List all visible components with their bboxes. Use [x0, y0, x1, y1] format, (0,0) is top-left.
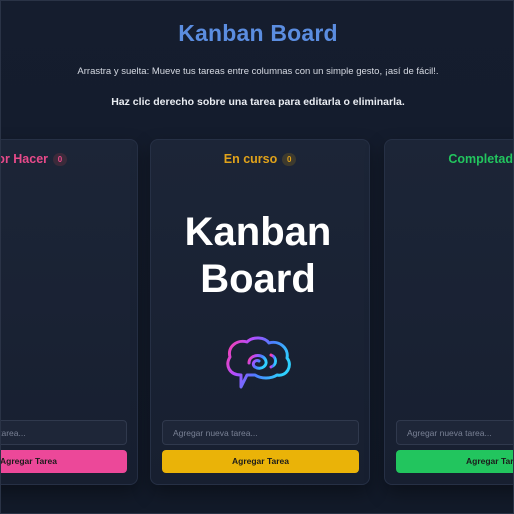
brain-chat-icon	[221, 335, 295, 395]
add-task-button-done[interactable]: Agregar Tarea	[396, 450, 513, 473]
add-task-button-in-progress[interactable]: Agregar Tarea	[162, 450, 359, 473]
overlay-title: Kanban Board	[1, 209, 513, 303]
new-task-input-in-progress[interactable]	[162, 420, 359, 445]
column-done[interactable]: Completado0 Agregar Tarea	[384, 139, 514, 485]
page-title: Kanban Board	[178, 20, 338, 46]
column-title-todo: Por Hacer	[1, 152, 49, 166]
column-count-badge-in-progress: 0	[282, 153, 297, 166]
new-task-input-todo[interactable]	[1, 420, 127, 445]
column-title-done: Completado	[448, 152, 514, 166]
add-task-button-todo[interactable]: Agregar Tarea	[1, 450, 127, 473]
overlay-title-line2: Board	[200, 257, 316, 301]
column-header-todo: Por Hacer 0	[1, 152, 137, 166]
page-hint: Haz clic derecho sobre una tarea para ed…	[111, 96, 405, 108]
column-header-done: Completado0	[385, 152, 514, 166]
column-count-badge-todo: 0	[53, 153, 68, 166]
app-window: Kanban Board Arrastra y suelta: Mueve tu…	[0, 0, 514, 514]
column-header-in-progress: En curso 0	[151, 152, 369, 166]
column-in-progress[interactable]: En curso 0 Agregar Tarea	[150, 139, 370, 485]
new-task-input-done[interactable]	[396, 420, 513, 445]
column-todo[interactable]: Por Hacer 0 Agregar Tarea	[1, 139, 138, 485]
overlay-title-line1: Kanban	[184, 210, 332, 254]
column-title-in-progress: En curso	[223, 152, 278, 166]
page-subtitle: Arrastra y suelta: Mueve tus tareas entr…	[77, 66, 439, 77]
